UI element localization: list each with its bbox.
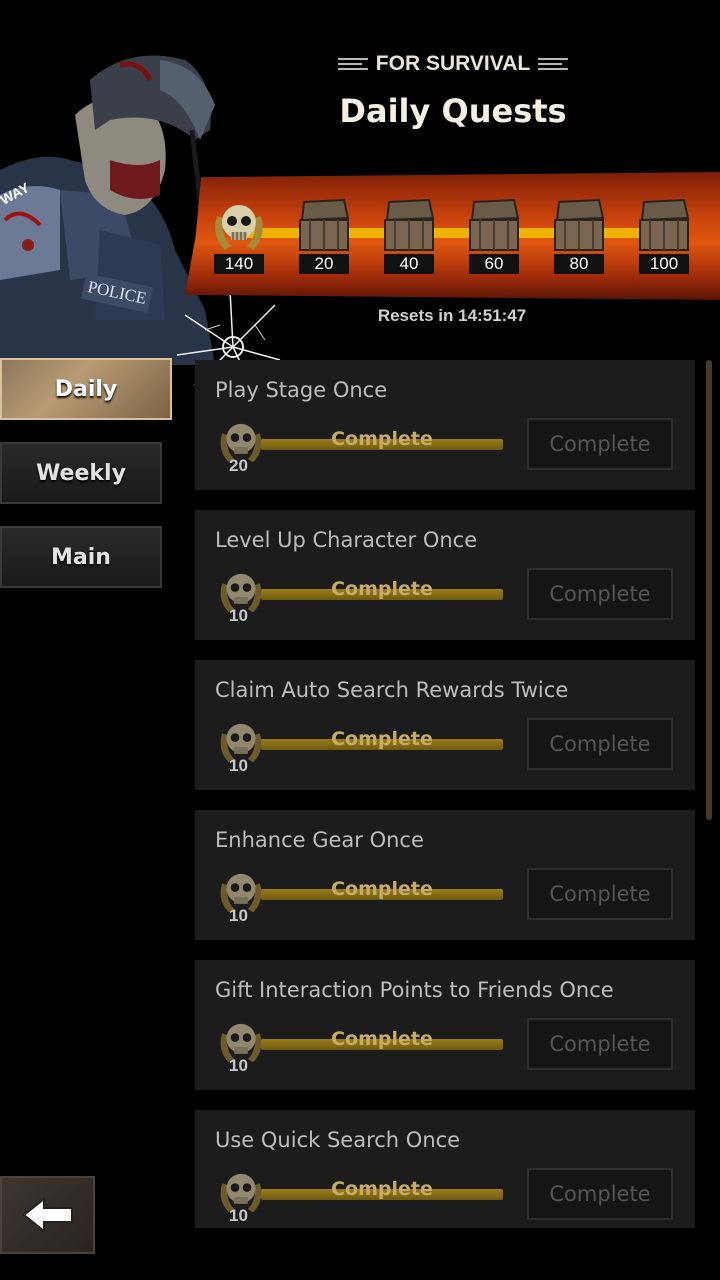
claim-button[interactable]: Complete [527,418,673,470]
claim-button[interactable]: Complete [527,718,673,770]
reward-amount: 10 [229,756,248,775]
quest-name: Enhance Gear Once [215,828,424,852]
quest-item: Level Up Character Once 10 Complete Comp… [195,510,695,640]
milestone-value: 40 [384,254,434,274]
back-button[interactable] [0,1176,95,1254]
reset-timer: Resets in 14:51:47 [377,306,527,325]
quest-name: Play Stage Once [215,378,388,402]
current-points-value: 140 [214,254,264,274]
milestone-value: 60 [469,254,519,274]
skull-medal-icon [215,205,263,250]
quest-item: Gift Interaction Points to Friends Once … [195,960,695,1090]
current-points-badge: 140 [203,196,273,280]
quest-progress-text: Complete [331,878,433,900]
claim-button[interactable]: Complete [527,1168,673,1220]
quest-name: Level Up Character Once [215,528,478,552]
deco-lines-right [538,58,569,70]
chest-icon [639,198,690,251]
milestone-chest-20[interactable]: 20 [288,196,358,280]
milestone-chest-80[interactable]: 80 [543,196,613,280]
reward-amount: 10 [229,1056,248,1075]
tab-daily[interactable]: Daily [0,358,172,420]
quest-item: Enhance Gear Once 10 Complete Complete [195,810,695,940]
quest-name: Use Quick Search Once [215,1128,461,1152]
milestone-value: 20 [299,254,349,274]
reward-amount: 10 [229,606,248,625]
quest-name: Gift Interaction Points to Friends Once [215,978,614,1002]
reward-amount: 20 [229,456,248,475]
chest-icon [554,198,605,251]
deco-lines-left [337,58,368,70]
page-title: Daily Quests [339,92,567,130]
milestone-value: 100 [639,254,689,274]
back-arrow-icon [21,1196,73,1234]
quest-list-scrollbar[interactable] [706,360,712,820]
claim-button[interactable]: Complete [527,868,673,920]
quest-item: Use Quick Search Once 10 Complete Comple… [195,1110,695,1228]
quest-progress-text: Complete [331,1178,433,1200]
milestone-chest-60[interactable]: 60 [458,196,528,280]
tab-main[interactable]: Main [0,526,162,588]
quest-item: Claim Auto Search Rewards Twice 10 Compl… [195,660,695,790]
tab-weekly[interactable]: Weekly [0,442,162,504]
quest-name: Claim Auto Search Rewards Twice [215,678,569,702]
milestone-chest-100[interactable]: 100 [628,196,698,280]
claim-button[interactable]: Complete [527,568,673,620]
quest-list[interactable]: Play Stage Once 20 Complete Complete Lev… [195,360,695,1228]
milestone-chest-40[interactable]: 40 [373,196,443,280]
chest-icon [384,198,435,251]
quest-progress-text: Complete [331,728,433,750]
reward-amount: 10 [229,906,248,925]
chest-icon [469,198,520,251]
chest-icon [299,198,350,251]
claim-button[interactable]: Complete [527,1018,673,1070]
reward-amount: 10 [229,1206,248,1225]
milestone-value: 80 [554,254,604,274]
quest-item: Play Stage Once 20 Complete Complete [195,360,695,490]
subtitle-text: FOR SURVIVAL [375,52,531,75]
subtitle-banner: FOR SURVIVAL [336,50,570,78]
quest-progress-text: Complete [331,428,433,450]
quest-progress-text: Complete [331,578,433,600]
quest-progress-text: Complete [331,1028,433,1050]
